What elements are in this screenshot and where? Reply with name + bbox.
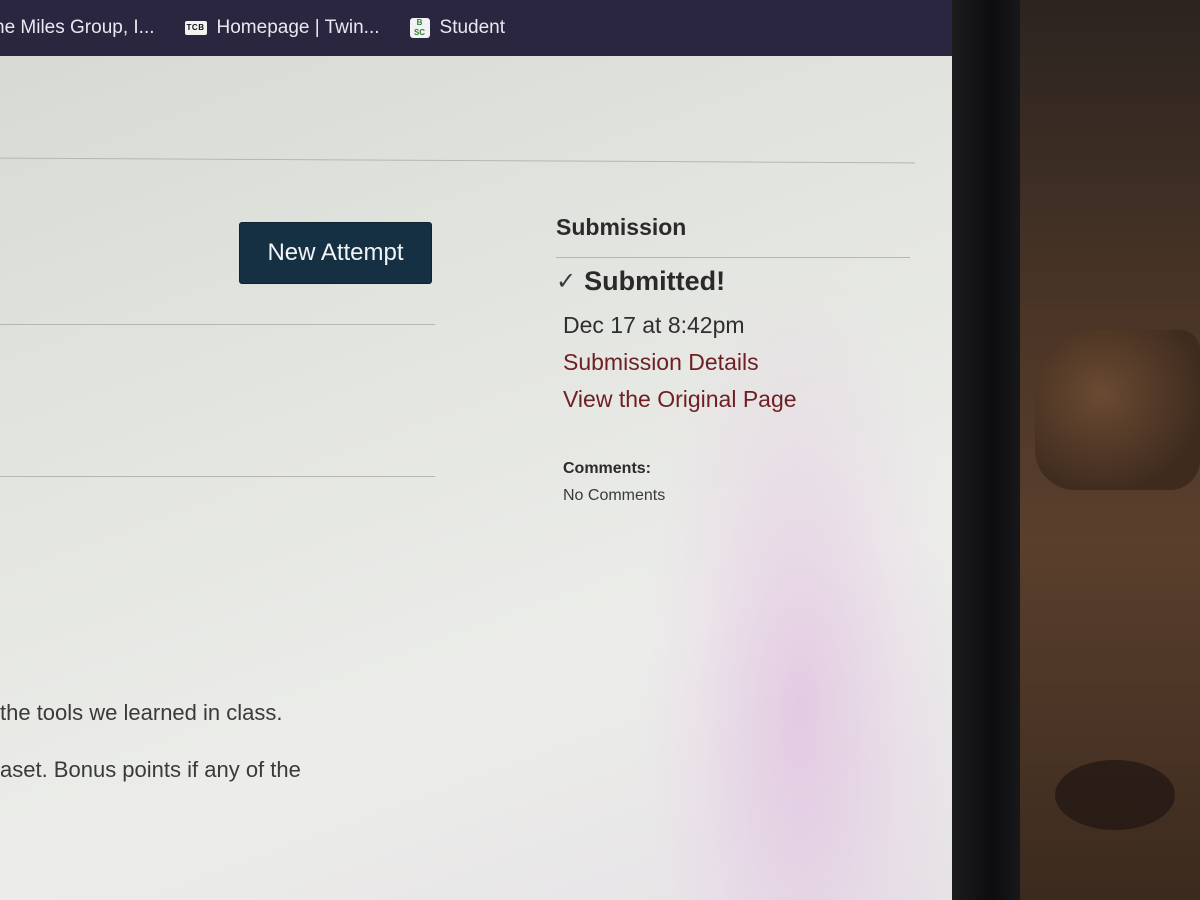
- monitor-bezel: [952, 0, 1020, 900]
- bsc-icon: B SC: [409, 18, 430, 38]
- bookmark-label: Student: [439, 17, 506, 38]
- comments-label: Comments:: [563, 460, 652, 477]
- submission-heading: Submission: [556, 214, 687, 240]
- screen: he Miles Group, I... TCB Homepage | Twin…: [0, 0, 952, 900]
- bookmarks-bar: he Miles Group, I... TCB Homepage | Twin…: [0, 0, 952, 56]
- bookmark-student[interactable]: B SC Student: [409, 17, 506, 39]
- background-shadow: [1055, 760, 1175, 830]
- checkmark-icon: ✓: [556, 268, 577, 295]
- bookmark-miles-group[interactable]: he Miles Group, I...: [0, 17, 155, 39]
- assignment-body-line: the tools we learned in class.: [0, 700, 283, 725]
- view-original-page-link[interactable]: View the Original Page: [563, 386, 797, 413]
- submission-details-link[interactable]: Submission Details: [563, 349, 759, 376]
- sidebar-divider: [556, 257, 910, 258]
- new-attempt-button[interactable]: New Attempt: [239, 222, 432, 284]
- tcb-icon: TCB: [184, 21, 207, 35]
- bookmark-homepage[interactable]: TCB Homepage | Twin...: [184, 17, 380, 39]
- divider: [0, 476, 435, 477]
- divider: [0, 324, 435, 325]
- comments-value: No Comments: [563, 487, 666, 504]
- submission-date: Dec 17 at 8:42pm: [563, 312, 745, 338]
- background-room: [1015, 0, 1200, 900]
- bookmark-label: Homepage | Twin...: [216, 17, 380, 38]
- status-text: Submitted!: [584, 266, 726, 296]
- divider: [0, 157, 915, 164]
- bookmark-label: he Miles Group, I...: [0, 17, 155, 38]
- background-cushion: [1035, 330, 1200, 490]
- assignment-body-line: aset. Bonus points if any of the: [0, 757, 301, 782]
- submission-status: ✓ Submitted!: [556, 266, 725, 297]
